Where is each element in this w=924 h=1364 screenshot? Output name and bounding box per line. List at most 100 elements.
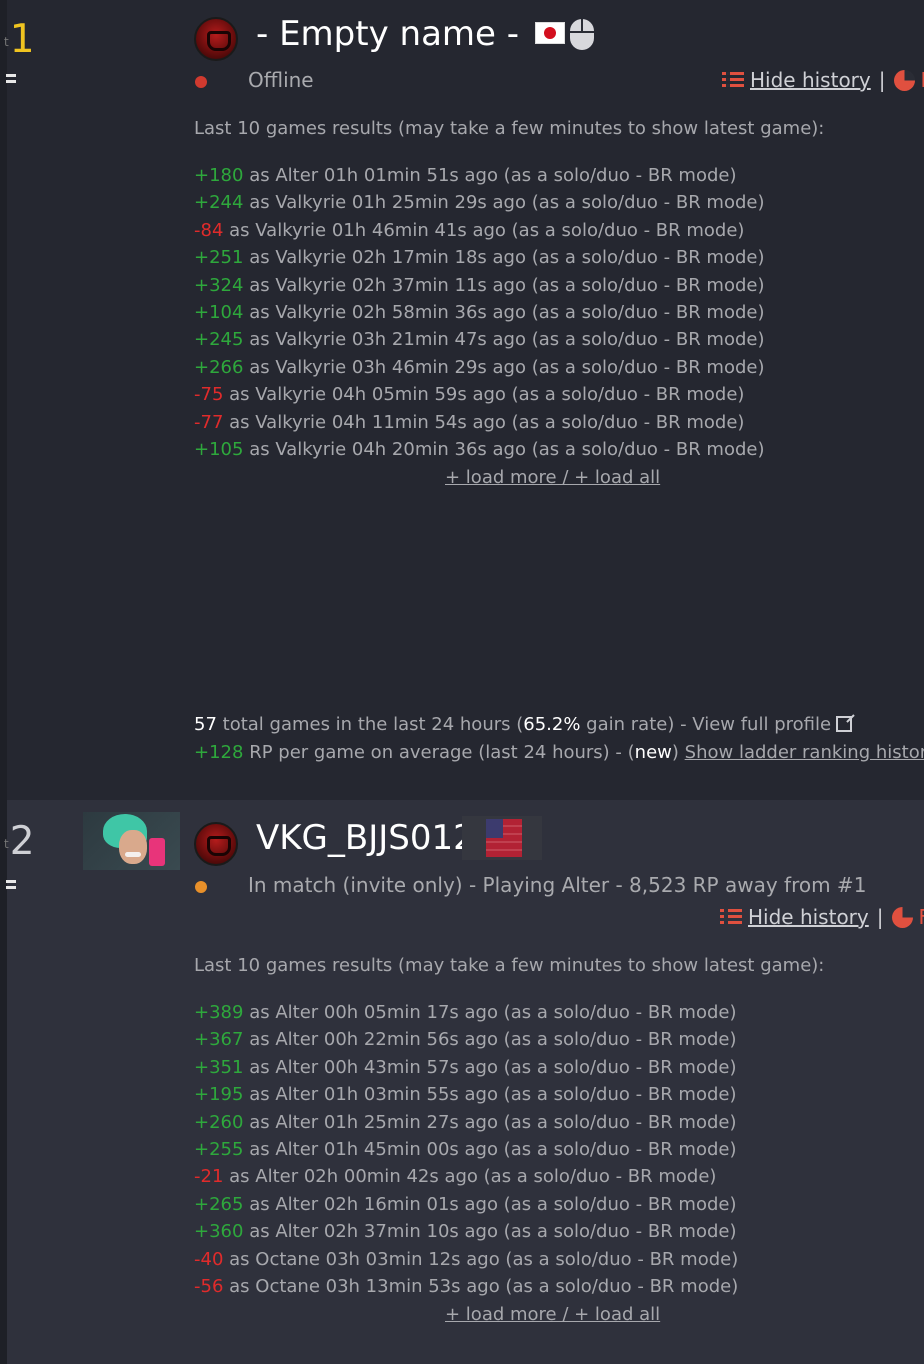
rp-delta: +367	[194, 1029, 244, 1051]
game-row: +389 as Alter 00h 05min 17s ago (as a so…	[194, 999, 738, 1026]
game-description: as Valkyrie 02h 17min 18s ago (as a solo…	[249, 247, 765, 269]
separator: |	[878, 68, 886, 92]
drag-handle-icon[interactable]	[6, 74, 16, 86]
game-description: as Alter 01h 45min 00s ago (as a solo/du…	[249, 1139, 737, 1161]
legend-avatar	[83, 812, 180, 870]
rp-delta: +324	[194, 274, 244, 296]
game-description: as Octane 03h 13min 53s ago (as a solo/d…	[229, 1276, 739, 1298]
summary-line-1: 57 total games in the last 24 hours (65.…	[194, 714, 853, 735]
game-description: as Alter 02h 16min 01s ago (as a solo/du…	[249, 1193, 737, 1215]
game-row: +324 as Valkyrie 02h 37min 11s ago (as a…	[194, 272, 765, 299]
game-row: -21 as Alter 02h 00min 42s ago (as a sol…	[194, 1163, 738, 1190]
status-dot	[195, 76, 207, 88]
game-row: +360 as Alter 02h 37min 10s ago (as a so…	[194, 1218, 738, 1245]
game-description: as Valkyrie 02h 58min 36s ago (as a solo…	[249, 302, 765, 324]
total-games: 57	[194, 714, 217, 735]
game-row: +251 as Valkyrie 02h 17min 18s ago (as a…	[194, 244, 765, 271]
load-more-link[interactable]: + load more / + load all	[445, 467, 660, 488]
player-name[interactable]: - Empty name -	[256, 14, 519, 54]
game-description: as Alter 00h 05min 17s ago (as a solo/du…	[249, 1002, 737, 1023]
ladder-history-link[interactable]: Show ladder ranking history	[685, 742, 924, 763]
game-description: as Valkyrie 02h 37min 11s ago (as a solo…	[249, 274, 765, 296]
rp-delta: -56	[194, 1276, 224, 1298]
game-row: +266 as Valkyrie 03h 46min 29s ago (as a…	[194, 354, 765, 381]
history-controls: Hide history | F	[722, 68, 924, 92]
game-row: +195 as Alter 01h 03min 55s ago (as a so…	[194, 1081, 738, 1108]
rp-delta: +260	[194, 1111, 244, 1133]
game-description: as Alter 00h 43min 57s ago (as a solo/du…	[249, 1056, 737, 1078]
pie-chart-icon[interactable]	[893, 69, 915, 91]
list-icon	[720, 908, 742, 926]
rank-badge-icon	[194, 822, 238, 866]
player-name[interactable]: VKG_BJJS012	[256, 818, 475, 858]
game-description: as Valkyrie 03h 21min 47s ago (as a solo…	[249, 329, 765, 351]
separator: |	[876, 905, 884, 929]
status-text: Offline	[248, 68, 314, 92]
close-paren: )	[671, 742, 679, 763]
game-description: as Octane 03h 03min 12s ago (as a solo/d…	[229, 1248, 739, 1270]
rp-delta: +389	[194, 1002, 244, 1023]
drag-handle-icon[interactable]	[6, 880, 16, 892]
game-row: +245 as Valkyrie 03h 21min 47s ago (as a…	[194, 326, 765, 353]
list-icon	[722, 71, 744, 89]
gain-rate: 65.2%	[523, 714, 581, 735]
game-row: -56 as Octane 03h 13min 53s ago (as a so…	[194, 1273, 738, 1300]
rp-delta: +244	[194, 192, 244, 214]
truncated-link[interactable]: F	[921, 68, 924, 92]
rp-delta: +351	[194, 1056, 244, 1078]
rp-delta: +266	[194, 356, 244, 378]
rp-delta: +180	[194, 165, 244, 186]
truncated-link[interactable]: F	[919, 905, 924, 929]
japan-flag-icon	[535, 22, 565, 44]
game-description: as Alter 02h 37min 10s ago (as a solo/du…	[249, 1221, 737, 1243]
rp-delta: +245	[194, 329, 244, 351]
game-description: as Alter 01h 25min 27s ago (as a solo/du…	[249, 1111, 737, 1133]
game-description: as Valkyrie 04h 20min 36s ago (as a solo…	[249, 439, 765, 461]
hide-history-link[interactable]: Hide history	[748, 905, 869, 929]
game-description: as Valkyrie 04h 05min 59s ago (as a solo…	[229, 384, 745, 406]
view-profile-link[interactable]: gain rate) - View full profile	[586, 714, 831, 735]
rank-number: t2	[4, 819, 35, 864]
game-description: as Alter 02h 00min 42s ago (as a solo/du…	[229, 1166, 717, 1188]
hide-history-link[interactable]: Hide history	[750, 68, 871, 92]
game-row: -40 as Octane 03h 03min 12s ago (as a so…	[194, 1246, 738, 1273]
results-title: Last 10 games results (may take a few mi…	[194, 955, 825, 976]
load-more-link[interactable]: + load more / + load all	[445, 1304, 660, 1325]
game-description: as Alter 01h 01min 51s ago (as a solo/du…	[249, 165, 737, 186]
history-controls: Hide history | F	[720, 905, 924, 929]
rank-badge-icon	[194, 17, 238, 61]
rp-average-text: RP per game on average (last 24 hours) -…	[249, 742, 635, 763]
game-row: -77 as Valkyrie 04h 11min 54s ago (as a …	[194, 409, 765, 436]
game-row: +260 as Alter 01h 25min 27s ago (as a so…	[194, 1109, 738, 1136]
rp-delta: +195	[194, 1084, 244, 1106]
results-title: Last 10 games results (may take a few mi…	[194, 118, 825, 139]
game-row: +367 as Alter 00h 22min 56s ago (as a so…	[194, 1026, 738, 1053]
game-description: as Alter 01h 03min 55s ago (as a solo/du…	[249, 1084, 737, 1106]
mouse-icon	[570, 19, 594, 50]
external-link-icon[interactable]	[836, 716, 853, 732]
rank-number: t1	[4, 17, 35, 62]
game-row: +351 as Alter 00h 43min 57s ago (as a so…	[194, 1054, 738, 1081]
game-description: as Valkyrie 01h 25min 29s ago (as a solo…	[249, 192, 765, 214]
game-row: +255 as Alter 01h 45min 00s ago (as a so…	[194, 1136, 738, 1163]
rp-delta: +255	[194, 1139, 244, 1161]
rp-delta: +251	[194, 247, 244, 269]
game-row: -75 as Valkyrie 04h 05min 59s ago (as a …	[194, 381, 765, 408]
rp-delta: +360	[194, 1221, 244, 1243]
game-list: +389 as Alter 00h 05min 17s ago (as a so…	[194, 999, 738, 1300]
game-description: as Valkyrie 01h 46min 41s ago (as a solo…	[229, 219, 745, 241]
pie-chart-icon[interactable]	[891, 906, 913, 928]
rp-delta: -21	[194, 1166, 224, 1188]
game-row: -84 as Valkyrie 01h 46min 41s ago (as a …	[194, 217, 765, 244]
game-description: as Valkyrie 04h 11min 54s ago (as a solo…	[229, 411, 745, 433]
game-description: as Valkyrie 03h 46min 29s ago (as a solo…	[249, 356, 765, 378]
left-rail	[0, 0, 7, 800]
game-list: +180 as Alter 01h 01min 51s ago (as a so…	[194, 162, 765, 463]
game-row: +265 as Alter 02h 16min 01s ago (as a so…	[194, 1191, 738, 1218]
rp-delta: +265	[194, 1193, 244, 1215]
rp-average: +128	[194, 742, 244, 763]
total-games-text: total games in the last 24 hours (	[222, 714, 524, 735]
rp-delta: -84	[194, 219, 224, 241]
rp-delta: -75	[194, 384, 224, 406]
game-row: +244 as Valkyrie 01h 25min 29s ago (as a…	[194, 189, 765, 216]
